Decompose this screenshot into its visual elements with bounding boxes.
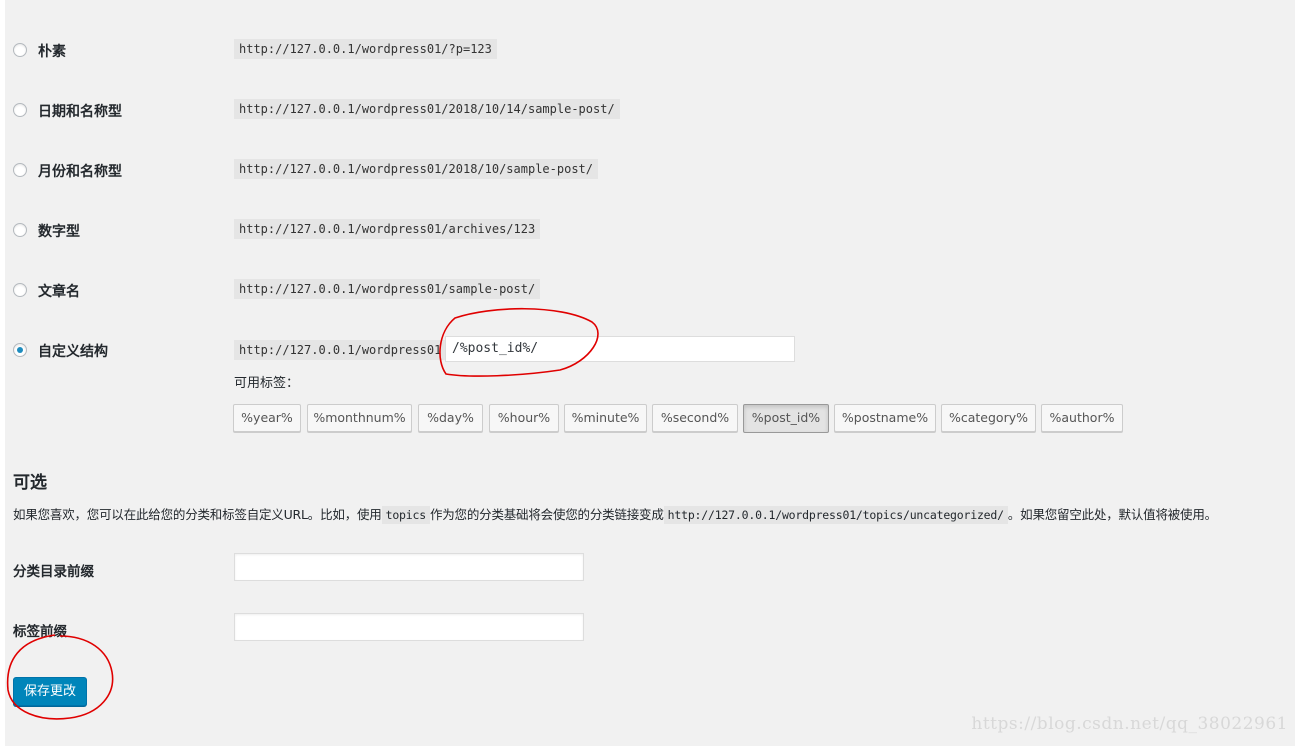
option-label: 文章名 bbox=[38, 284, 80, 300]
tag-button-author[interactable]: %author% bbox=[1041, 404, 1123, 432]
watermark: https://blog.csdn.net/qq_38022961 bbox=[971, 714, 1288, 734]
tag-button-second[interactable]: %second% bbox=[652, 404, 738, 432]
tag-base-input[interactable] bbox=[234, 613, 584, 641]
radio-plain[interactable] bbox=[13, 43, 27, 57]
permalink-option-post-name[interactable]: 文章名 http://127.0.0.1/wordpress01/sample-… bbox=[5, 278, 805, 302]
option-label: 日期和名称型 bbox=[38, 104, 122, 120]
example-url: http://127.0.0.1/wordpress01/sample-post… bbox=[234, 279, 541, 299]
radio-month-name[interactable] bbox=[13, 163, 27, 177]
tag-button-category[interactable]: %category% bbox=[941, 404, 1036, 432]
tag-button-post-id[interactable]: %post_id% bbox=[743, 404, 829, 433]
tag-button-monthnum[interactable]: %monthnum% bbox=[307, 404, 412, 432]
option-label: 自定义结构 bbox=[38, 344, 108, 360]
desc-code-url: http://127.0.0.1/wordpress01/topics/unca… bbox=[663, 506, 1008, 524]
permalink-option-plain[interactable]: 朴素 http://127.0.0.1/wordpress01/?p=123 bbox=[5, 38, 805, 62]
tag-button-year[interactable]: %year% bbox=[233, 404, 301, 432]
radio-custom-structure[interactable] bbox=[13, 343, 27, 357]
option-label: 数字型 bbox=[38, 224, 80, 240]
option-label: 朴素 bbox=[38, 44, 66, 60]
custom-structure-prefix: http://127.0.0.1/wordpress01 bbox=[234, 340, 447, 360]
save-changes-button[interactable]: 保存更改 bbox=[13, 677, 87, 706]
custom-structure-input[interactable]: /%post_id%/ bbox=[445, 336, 795, 362]
radio-post-name[interactable] bbox=[13, 283, 27, 297]
radio-day-name[interactable] bbox=[13, 103, 27, 117]
example-url: http://127.0.0.1/wordpress01/?p=123 bbox=[234, 39, 497, 59]
permalink-option-day-name[interactable]: 日期和名称型 http://127.0.0.1/wordpress01/2018… bbox=[5, 98, 805, 122]
tag-button-day[interactable]: %day% bbox=[418, 404, 483, 432]
tag-button-hour[interactable]: %hour% bbox=[489, 404, 559, 432]
category-base-input[interactable] bbox=[234, 553, 584, 581]
category-base-label: 分类目录前缀 bbox=[13, 564, 94, 580]
example-url: http://127.0.0.1/wordpress01/archives/12… bbox=[234, 219, 541, 239]
desc-text: 作为您的分类基础将会使您的分类链接变成 bbox=[429, 507, 664, 522]
permalink-option-month-name[interactable]: 月份和名称型 http://127.0.0.1/wordpress01/2018… bbox=[5, 158, 805, 182]
optional-section-title: 可选 bbox=[13, 473, 47, 493]
permalink-settings-panel: 朴素 http://127.0.0.1/wordpress01/?p=123 日… bbox=[5, 0, 1295, 746]
example-url: http://127.0.0.1/wordpress01/2018/10/14/… bbox=[234, 99, 620, 119]
tag-base-label: 标签前缀 bbox=[13, 624, 67, 640]
available-tags-label: 可用标签： bbox=[234, 376, 300, 391]
radio-numeric[interactable] bbox=[13, 223, 27, 237]
optional-description: 如果您喜欢，您可以在此给您的分类和标签自定义URL。比如，使用 topics 作为您… bbox=[13, 504, 1217, 524]
tag-button-minute[interactable]: %minute% bbox=[564, 404, 647, 432]
desc-text: 。如果您留空此处，默认值将被使用。 bbox=[1007, 507, 1217, 522]
tag-button-postname[interactable]: %postname% bbox=[834, 404, 936, 432]
permalink-option-numeric[interactable]: 数字型 http://127.0.0.1/wordpress01/archive… bbox=[5, 218, 805, 242]
option-label: 月份和名称型 bbox=[38, 164, 122, 180]
desc-text: 如果您喜欢，您可以在此给您的分类和标签自定义URL。比如，使用 bbox=[13, 507, 382, 522]
example-url: http://127.0.0.1/wordpress01/2018/10/sam… bbox=[234, 159, 599, 179]
desc-code-topics: topics bbox=[381, 506, 430, 524]
